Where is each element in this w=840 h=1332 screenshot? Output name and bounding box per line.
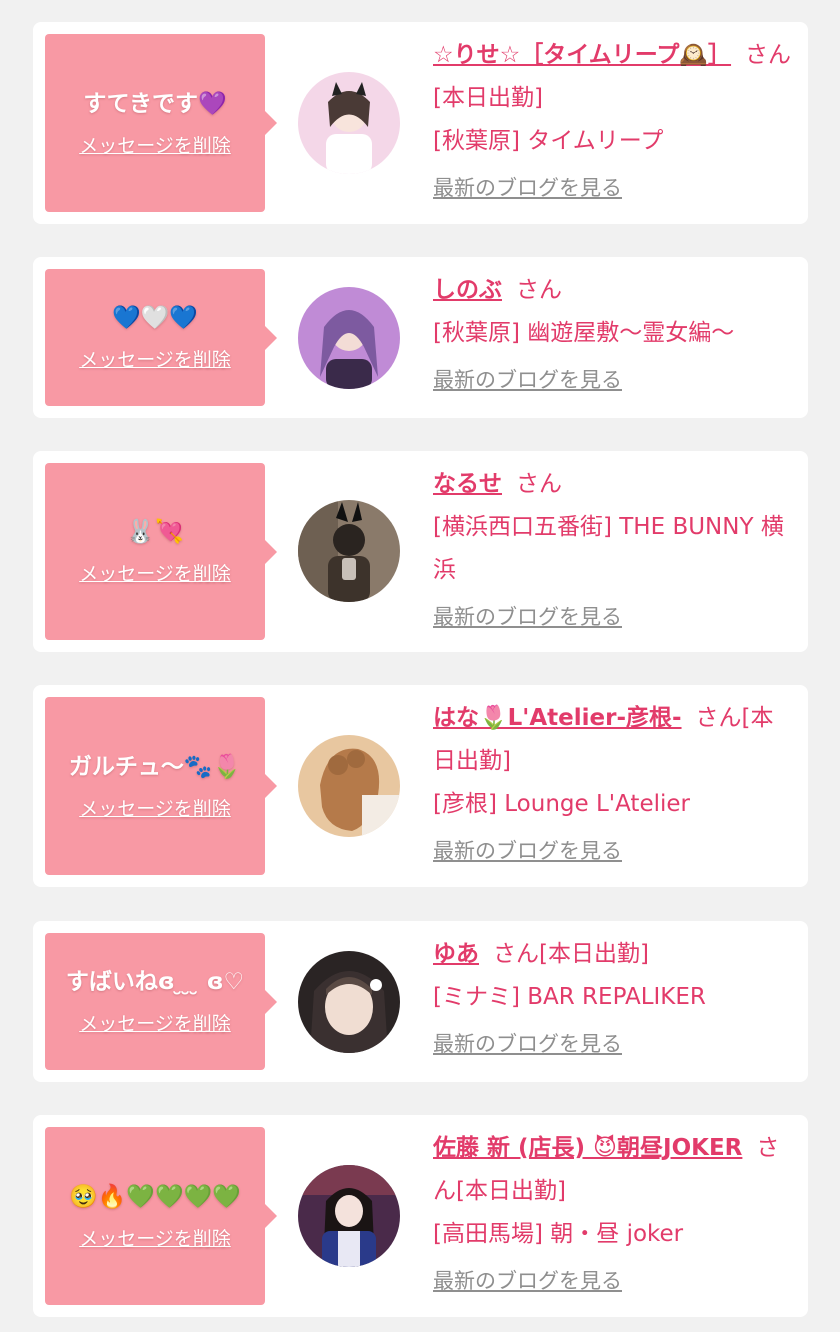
- delete-message-link[interactable]: メッセージを削除: [79, 131, 231, 158]
- cast-name-link[interactable]: はな🌷L'Atelier-彦根-: [433, 705, 682, 731]
- message-card: 💙🤍💙 メッセージを削除 しのぶ さん [秋葉原] 幽遊屋敷～霊女編～ 最新のブロ…: [33, 257, 808, 418]
- delete-message-link[interactable]: メッセージを削除: [79, 1009, 231, 1036]
- cast-name-line: なるせ さん: [433, 463, 793, 506]
- message-text: すてきです💜: [83, 90, 227, 117]
- shop-info: [ミナミ] BAR REPALIKER: [433, 984, 706, 1010]
- shop-info: [彦根] Lounge L'Atelier: [433, 791, 690, 817]
- message-bubble: すばいねɞ ̮ ̮ ̮ ɞ♡ メッセージを削除: [45, 933, 277, 1070]
- message-list: すてきです💜 メッセージを削除 ☆りせ☆［タイムリープ🕰️］ さん[本日出勤] […: [0, 0, 840, 1332]
- cast-name-line: ☆りせ☆［タイムリープ🕰️］ さん [本日出勤]: [433, 34, 793, 120]
- avatar[interactable]: [298, 735, 400, 837]
- work-status: [本日出勤]: [433, 85, 543, 111]
- cast-info: なるせ さん [横浜西口五番街] THE BUNNY 横浜 最新のブログを見る: [433, 463, 793, 632]
- message-card: ガルチュ～🐾🌷 メッセージを削除 はな🌷L'Atelier-彦根- さん[本日出勤…: [33, 685, 808, 887]
- message-text: すばいねɞ ̮ ̮ ̮ ɞ♡: [65, 969, 245, 995]
- shop-info: [高田馬場] 朝・昼 joker: [433, 1221, 684, 1247]
- avatar[interactable]: [298, 500, 400, 602]
- latest-blog-link[interactable]: 最新のブログを見る: [433, 173, 793, 203]
- latest-blog-link[interactable]: 最新のブログを見る: [433, 1266, 793, 1296]
- message-card: すばいねɞ ̮ ̮ ̮ ɞ♡ メッセージを削除 ゆあ さん[本日出勤] [ミナミ]…: [33, 921, 808, 1082]
- message-text: 🥹🔥💚💚💚💚: [69, 1183, 241, 1210]
- message-bubble: 💙🤍💙 メッセージを削除: [45, 269, 277, 406]
- cast-name-link[interactable]: 佐藤 新 (店長) 😈朝昼JOKER: [433, 1135, 742, 1161]
- honorific: さん: [516, 277, 562, 303]
- message-text: 💙🤍💙: [112, 305, 198, 331]
- shop-info: [横浜西口五番街] THE BUNNY 横浜: [433, 514, 784, 583]
- cast-info: しのぶ さん [秋葉原] 幽遊屋敷～霊女編～ 最新のブログを見る: [433, 269, 793, 395]
- message-card: すてきです💜 メッセージを削除 ☆りせ☆［タイムリープ🕰️］ さん [本日出勤] […: [33, 22, 808, 224]
- shop-info: [秋葉原] 幽遊屋敷～霊女編～: [433, 320, 735, 346]
- cast-name-link[interactable]: なるせ: [433, 471, 502, 497]
- cast-info: 佐藤 新 (店長) 😈朝昼JOKER さん[本日出勤] [高田馬場] 朝・昼 jo…: [433, 1127, 793, 1296]
- cast-info: ☆りせ☆［タイムリープ🕰️］ さん [本日出勤] [秋葉原] タイムリープ 最新のブ…: [433, 34, 793, 203]
- honorific: さん: [695, 705, 742, 731]
- delete-message-link[interactable]: メッセージを削除: [79, 345, 231, 372]
- cast-name-line: 佐藤 新 (店長) 😈朝昼JOKER さん[本日出勤]: [433, 1127, 793, 1213]
- delete-message-link[interactable]: メッセージを削除: [79, 794, 231, 821]
- work-status: [本日出勤]: [456, 1178, 566, 1204]
- message-bubble: ガルチュ～🐾🌷 メッセージを削除: [45, 697, 277, 875]
- message-text: ガルチュ～🐾🌷: [68, 753, 242, 780]
- avatar[interactable]: [298, 1165, 400, 1267]
- message-bubble: すてきです💜 メッセージを削除: [45, 34, 277, 212]
- work-status: [本日出勤]: [539, 941, 649, 967]
- latest-blog-link[interactable]: 最新のブログを見る: [433, 1029, 793, 1059]
- cast-info: はな🌷L'Atelier-彦根- さん[本日出勤] [彦根] Lounge L'A…: [433, 697, 793, 866]
- cast-name-line: しのぶ さん: [433, 269, 793, 312]
- shop-info: [秋葉原] タイムリープ: [433, 128, 664, 154]
- honorific: さん: [493, 941, 539, 967]
- message-card: 🐰💘 メッセージを削除 なるせ さん [横浜西口五番街] THE BUNNY 横浜…: [33, 451, 808, 652]
- cast-name-link[interactable]: ゆあ: [433, 941, 479, 967]
- cast-name-link[interactable]: ☆りせ☆［タイムリープ🕰️］: [433, 42, 731, 68]
- avatar[interactable]: [298, 951, 400, 1053]
- cast-name-link[interactable]: しのぶ: [433, 277, 502, 303]
- latest-blog-link[interactable]: 最新のブログを見る: [433, 365, 793, 395]
- cast-info: ゆあ さん[本日出勤] [ミナミ] BAR REPALIKER 最新のブログを見る: [433, 933, 793, 1059]
- delete-message-link[interactable]: メッセージを削除: [79, 1224, 231, 1251]
- honorific: さん: [745, 42, 792, 68]
- message-card: 🥹🔥💚💚💚💚 メッセージを削除 佐藤 新 (店長) 😈朝昼JOKER さん[本日出…: [33, 1115, 808, 1317]
- latest-blog-link[interactable]: 最新のブログを見る: [433, 602, 793, 632]
- delete-message-link[interactable]: メッセージを削除: [79, 559, 231, 586]
- cast-name-line: ゆあ さん[本日出勤]: [433, 933, 793, 976]
- cast-name-line: はな🌷L'Atelier-彦根- さん[本日出勤]: [433, 697, 793, 783]
- message-text: 🐰💘: [126, 519, 184, 545]
- avatar[interactable]: [298, 72, 400, 174]
- latest-blog-link[interactable]: 最新のブログを見る: [433, 836, 793, 866]
- avatar[interactable]: [298, 287, 400, 389]
- message-bubble: 🥹🔥💚💚💚💚 メッセージを削除: [45, 1127, 277, 1305]
- honorific: さん: [516, 471, 562, 497]
- message-bubble: 🐰💘 メッセージを削除: [45, 463, 277, 640]
